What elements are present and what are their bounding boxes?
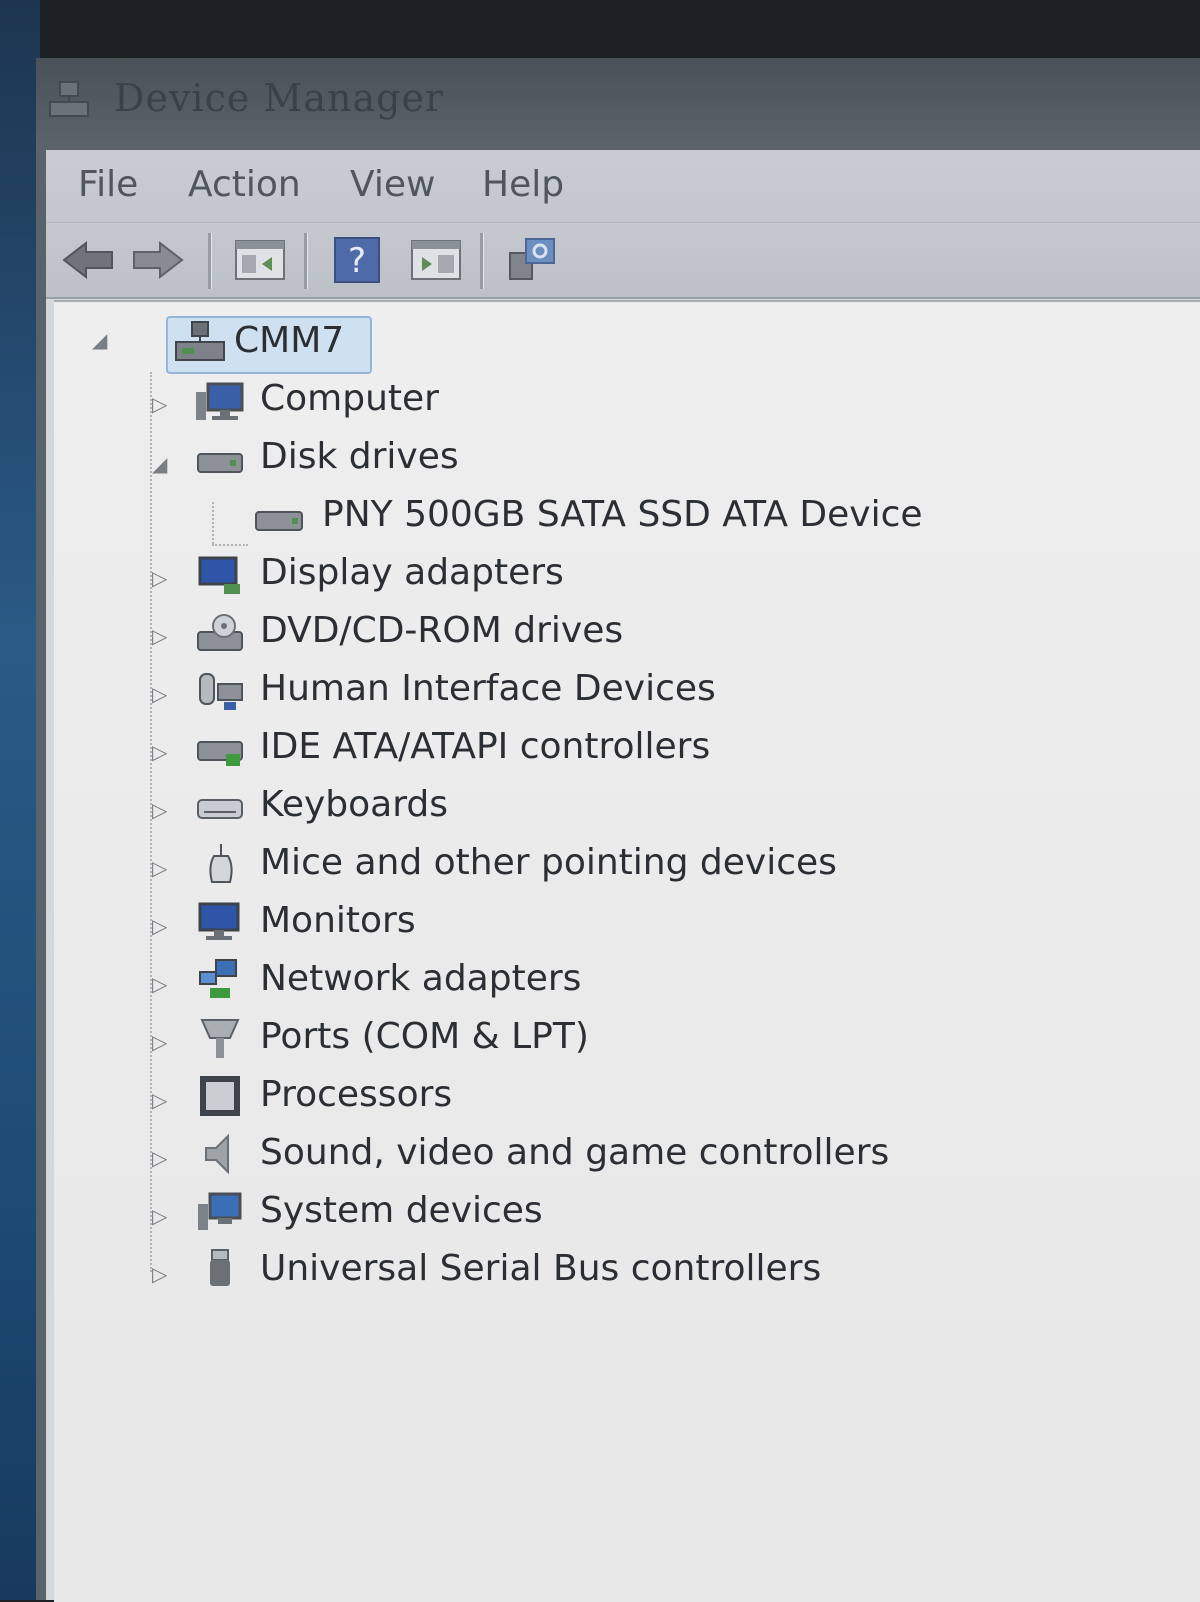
monitor-icon: [198, 902, 240, 940]
category-label[interactable]: Ports (COM & LPT): [260, 1016, 589, 1057]
category-label[interactable]: Disk drives: [260, 436, 459, 477]
computer-icon: [196, 382, 244, 420]
system-device-icon: [198, 1192, 242, 1230]
properties-pane-icon[interactable]: [408, 235, 464, 285]
disk-drive-icon: [197, 453, 243, 473]
show-hide-console-tree-icon[interactable]: [232, 235, 288, 285]
expand-arrow-icon[interactable]: ▷: [152, 566, 167, 590]
ide-controller-icon: [197, 741, 243, 766]
window-title: Device Manager: [114, 76, 445, 120]
expand-arrow-icon[interactable]: ▷: [152, 798, 167, 822]
expand-arrow-icon[interactable]: ▷: [152, 1262, 167, 1286]
menu-bar: File Action View Help: [46, 150, 1200, 223]
tree-connector: [212, 502, 214, 544]
expand-arrow-icon[interactable]: ▷: [152, 856, 167, 880]
category-label[interactable]: IDE ATA/ATAPI controllers: [260, 726, 710, 767]
expand-arrow-icon[interactable]: ▷: [152, 1204, 167, 1228]
collapse-arrow-icon[interactable]: ◢: [92, 328, 107, 352]
hid-icon: [199, 673, 243, 710]
expand-arrow-icon[interactable]: ▷: [152, 1030, 167, 1054]
menu-view[interactable]: View: [350, 164, 435, 205]
menu-file[interactable]: File: [78, 164, 138, 205]
category-label[interactable]: Display adapters: [260, 552, 564, 593]
expand-arrow-icon[interactable]: ▷: [152, 740, 167, 764]
dvd-drive-icon: [197, 614, 243, 651]
menu-action[interactable]: Action: [188, 164, 301, 205]
category-label[interactable]: System devices: [260, 1190, 543, 1231]
category-label[interactable]: Computer: [260, 378, 439, 419]
tree-root-label: CMM7: [234, 320, 345, 361]
desktop-background: [0, 0, 40, 1600]
network-adapter-icon: [199, 959, 237, 998]
menu-help[interactable]: Help: [482, 164, 564, 205]
category-label[interactable]: Network adapters: [260, 958, 581, 999]
category-label[interactable]: DVD/CD-ROM drives: [260, 610, 623, 651]
expand-arrow-icon[interactable]: ▷: [152, 682, 167, 706]
expand-arrow-icon[interactable]: ▷: [152, 1088, 167, 1112]
toolbar-separator: [480, 233, 484, 289]
keyboard-icon: [197, 799, 243, 819]
expand-arrow-icon[interactable]: ▷: [152, 392, 167, 416]
speaker-icon: [205, 1133, 229, 1175]
category-label[interactable]: Keyboards: [260, 784, 448, 825]
svg-text:?: ?: [348, 241, 366, 281]
back-arrow-icon[interactable]: [60, 235, 116, 285]
device-tree: ◢ CMM7 ▷ Computer ◢ Disk drives PNY 500G…: [54, 300, 1200, 1602]
device-manager-icon: [49, 81, 89, 117]
computer-network-icon: [175, 321, 225, 361]
expand-arrow-icon[interactable]: ▷: [152, 624, 167, 648]
category-label[interactable]: Human Interface Devices: [260, 668, 716, 709]
tree-connector: [150, 372, 152, 1272]
toolbar: ?: [46, 223, 1200, 299]
category-label[interactable]: Mice and other pointing devices: [260, 842, 837, 883]
tree-connector: [212, 544, 248, 546]
usb-icon: [210, 1249, 230, 1286]
help-icon[interactable]: ?: [332, 235, 382, 285]
toolbar-separator: [304, 233, 308, 289]
device-manager-window: Device Manager File Action View Help ? ◢…: [36, 58, 1200, 1602]
client-area: File Action View Help ? ◢ CMM7 ▷ Compute…: [46, 150, 1200, 1602]
display-adapter-icon: [198, 556, 240, 594]
processor-icon: [200, 1076, 240, 1116]
collapse-arrow-icon[interactable]: ◢: [152, 452, 167, 476]
expand-arrow-icon[interactable]: ▷: [152, 914, 167, 938]
category-label[interactable]: Monitors: [260, 900, 416, 941]
expand-arrow-icon[interactable]: ▷: [152, 1146, 167, 1170]
disk-drive-icon: [255, 511, 303, 531]
toolbar-separator: [208, 233, 212, 289]
title-bar[interactable]: Device Manager: [36, 58, 1200, 150]
device-label[interactable]: PNY 500GB SATA SSD ATA Device: [322, 494, 923, 535]
category-label[interactable]: Sound, video and game controllers: [260, 1132, 889, 1173]
port-icon: [200, 1019, 240, 1058]
category-label[interactable]: Universal Serial Bus controllers: [260, 1248, 821, 1289]
forward-arrow-icon[interactable]: [130, 235, 186, 285]
mouse-icon: [209, 844, 233, 883]
expand-arrow-icon[interactable]: ▷: [152, 972, 167, 996]
category-label[interactable]: Processors: [260, 1074, 452, 1115]
scan-hardware-icon[interactable]: [506, 235, 560, 285]
